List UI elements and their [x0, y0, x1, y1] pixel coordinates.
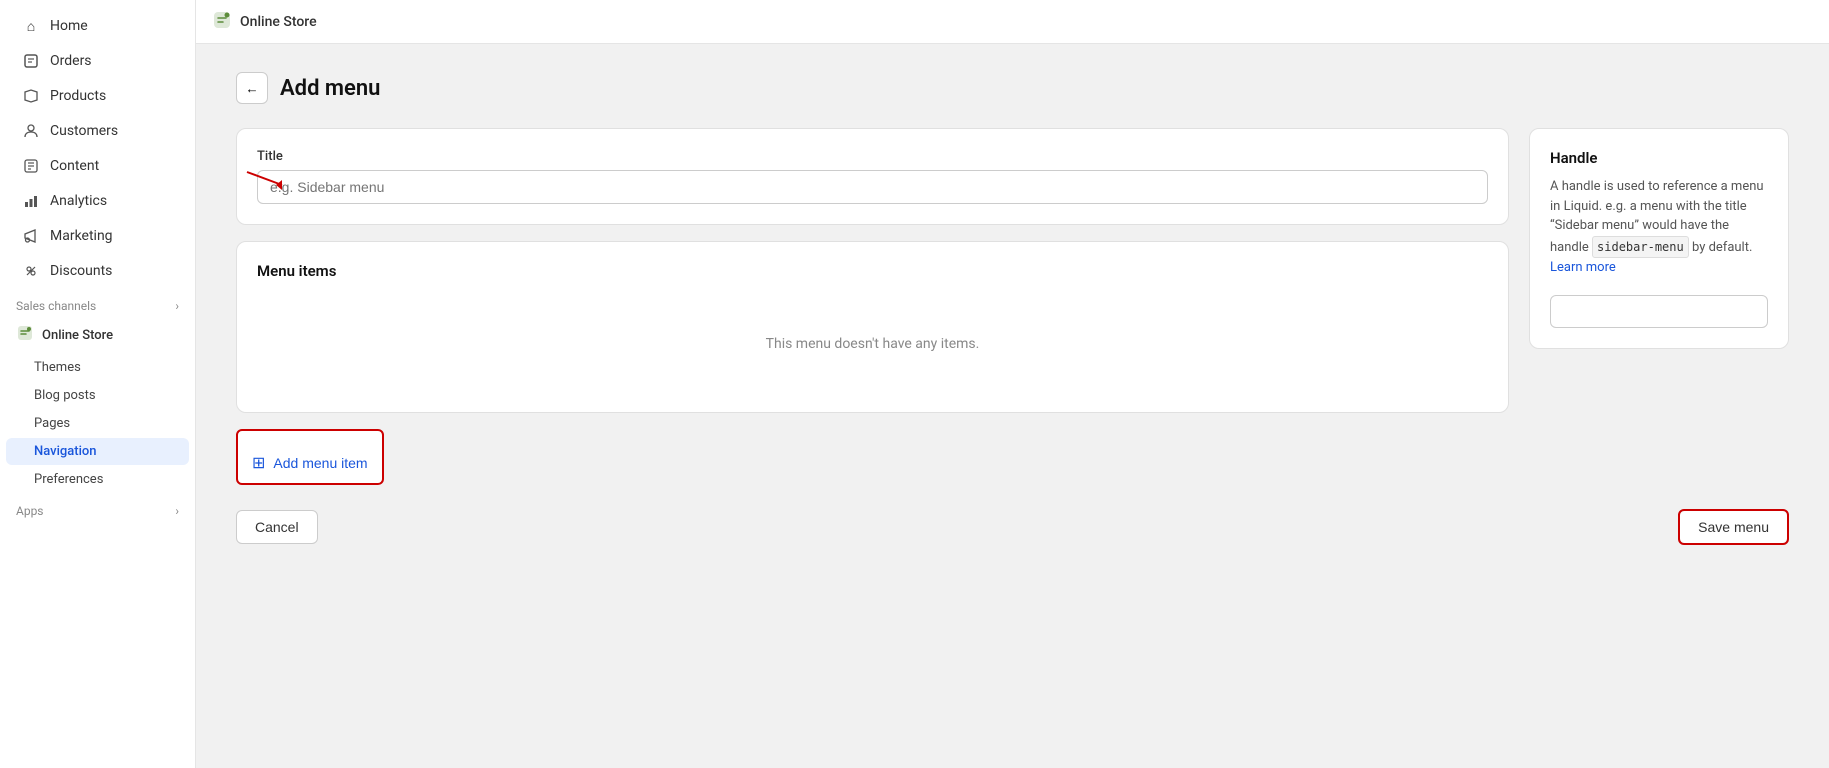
handle-input[interactable] [1550, 295, 1768, 328]
sidebar-item-discounts-label: Discounts [50, 263, 112, 279]
back-button[interactable]: ← [236, 72, 268, 104]
main-area: Online Store ← Add menu Title menu title… [196, 0, 1829, 768]
main-content-columns: Title menu title here [236, 128, 1789, 485]
sidebar: Home Orders Products Customers Content [0, 0, 196, 768]
menu-items-card: Menu items This menu doesn't have any it… [236, 241, 1509, 413]
add-menu-item-dashed-icon: ⊞ [252, 453, 265, 473]
apps-chevron[interactable]: › [175, 504, 179, 518]
sidebar-item-marketing[interactable]: Marketing [6, 219, 189, 253]
empty-state-text: This menu doesn't have any items. [257, 296, 1488, 392]
handle-code: sidebar-menu [1592, 236, 1689, 258]
title-card: Title menu title here [236, 128, 1509, 225]
add-menu-item-container: ⊞ Add menu item [236, 429, 384, 485]
sidebar-sub-item-themes[interactable]: Themes [6, 354, 189, 381]
top-bar: Online Store [196, 0, 1829, 44]
sidebar-item-marketing-label: Marketing [50, 228, 113, 244]
home-icon [22, 17, 40, 35]
save-button-container: Save menu [1678, 509, 1789, 545]
top-bar-title: Online Store [240, 14, 317, 30]
sidebar-item-analytics[interactable]: Analytics [6, 184, 189, 218]
sidebar-sub-item-navigation[interactable]: Navigation [6, 438, 189, 465]
marketing-icon [22, 227, 40, 245]
customers-icon [22, 122, 40, 140]
page-title: Add menu [280, 76, 380, 101]
sidebar-item-products-label: Products [50, 88, 106, 104]
orders-icon [22, 52, 40, 70]
sidebar-sub-item-pages[interactable]: Pages [6, 410, 189, 437]
menu-items-title: Menu items [257, 262, 1488, 280]
learn-more-link[interactable]: Learn more [1550, 260, 1616, 275]
sidebar-item-customers-label: Customers [50, 123, 118, 139]
online-store-icon [16, 324, 34, 346]
sidebar-item-products[interactable]: Products [6, 79, 189, 113]
cancel-button[interactable]: Cancel [236, 510, 318, 544]
apps-section: Apps › [0, 494, 195, 522]
online-store-label: Online Store [42, 328, 113, 343]
page-header: ← Add menu [236, 72, 1789, 104]
sidebar-item-home-label: Home [50, 18, 88, 34]
sidebar-item-online-store[interactable]: Online Store [0, 317, 195, 353]
save-menu-button[interactable]: Save menu [1680, 511, 1787, 543]
handle-title: Handle [1550, 149, 1768, 167]
sidebar-sub-item-blog-posts[interactable]: Blog posts [6, 382, 189, 409]
sidebar-item-discounts[interactable]: Discounts [6, 254, 189, 288]
sidebar-item-home[interactable]: Home [6, 9, 189, 43]
online-store-topbar-icon [212, 10, 232, 34]
sidebar-item-orders[interactable]: Orders [6, 44, 189, 78]
sidebar-item-orders-label: Orders [50, 53, 92, 69]
title-field-label: Title [257, 149, 1488, 164]
content-icon [22, 157, 40, 175]
analytics-icon [22, 192, 40, 210]
handle-description: A handle is used to reference a menu in … [1550, 177, 1768, 277]
discounts-icon [22, 262, 40, 280]
title-input[interactable] [257, 170, 1488, 204]
sidebar-item-customers[interactable]: Customers [6, 114, 189, 148]
right-column: Handle A handle is used to reference a m… [1529, 128, 1789, 349]
footer-actions: Cancel Save menu [236, 509, 1789, 545]
sales-channels-section: Sales channels › [0, 289, 195, 317]
products-icon [22, 87, 40, 105]
sales-channels-chevron[interactable]: › [175, 299, 179, 313]
content-area: ← Add menu Title menu title here [196, 44, 1829, 768]
sidebar-item-analytics-label: Analytics [50, 193, 107, 209]
sidebar-item-content-label: Content [50, 158, 99, 174]
add-menu-item-button[interactable]: ⊞ Add menu item [238, 443, 382, 483]
sidebar-item-content[interactable]: Content [6, 149, 189, 183]
left-column: Title menu title here [236, 128, 1509, 485]
handle-card: Handle A handle is used to reference a m… [1529, 128, 1789, 349]
sidebar-sub-item-preferences[interactable]: Preferences [6, 466, 189, 493]
